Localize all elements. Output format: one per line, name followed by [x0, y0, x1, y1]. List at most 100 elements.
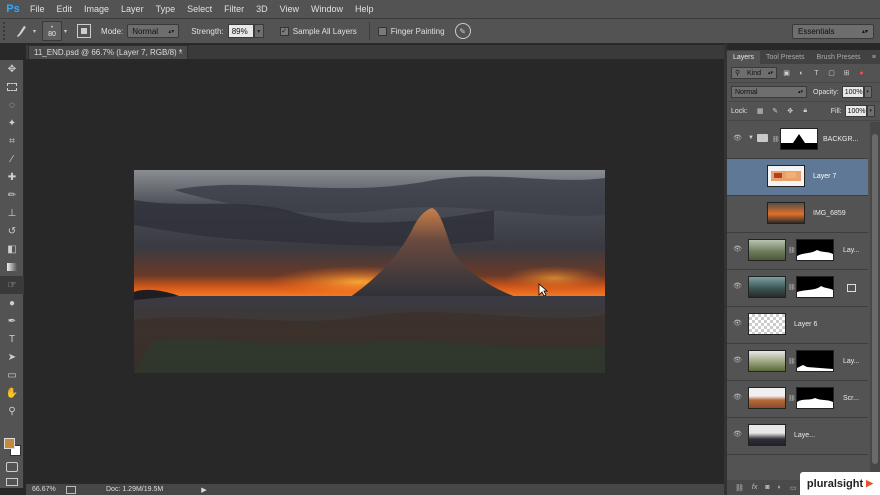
gradient-tool-icon[interactable] [0, 258, 24, 276]
menu-file[interactable]: File [24, 0, 51, 18]
menu-type[interactable]: Type [150, 0, 182, 18]
layer-thumbnail[interactable] [748, 350, 786, 372]
filter-type-icon[interactable]: T [811, 68, 822, 78]
layer-thumbnail[interactable] [748, 313, 786, 335]
eye-icon[interactable]: 👁︎ [732, 357, 743, 365]
filter-kind-select[interactable]: ⚲ Kind ▴▾ [731, 67, 777, 79]
eyedropper-tool-icon[interactable]: ⁄ [0, 150, 24, 168]
fill-input[interactable]: 100% [844, 105, 867, 117]
layer-thumbnail[interactable] [748, 239, 786, 261]
lock-all-icon[interactable]: 🔒︎ [800, 106, 811, 116]
eraser-tool-icon[interactable]: ◧ [0, 240, 24, 258]
layer-row[interactable]: 👁︎ ⛓︎ Lay... [727, 233, 868, 270]
menu-help[interactable]: Help [349, 0, 380, 18]
layer-row[interactable]: 👁︎ Layer 6 [727, 307, 868, 344]
add-mask-icon[interactable]: ◙ [765, 484, 769, 491]
export-icon[interactable] [66, 485, 76, 494]
layer-name[interactable]: Lay... [843, 358, 860, 365]
path-selection-tool-icon[interactable]: ➤ [0, 348, 24, 366]
opacity-slider-toggle[interactable]: ▾ [863, 86, 872, 98]
menu-image[interactable]: Image [78, 0, 115, 18]
screen-mode-icon[interactable] [6, 478, 18, 486]
layers-scrollbar[interactable] [870, 122, 880, 480]
layer-row[interactable]: 👁︎ ⛓︎ Lay... [727, 344, 868, 381]
lock-position-icon[interactable]: ✥ [785, 106, 796, 116]
layer-name[interactable]: Scr... [843, 395, 859, 402]
layer-name[interactable]: Layer 7 [813, 173, 836, 180]
lasso-tool-icon[interactable]: ◌ [0, 96, 24, 114]
tab-tool-presets[interactable]: Tool Presets [760, 51, 811, 64]
fill-slider-toggle[interactable]: ▾ [866, 105, 875, 117]
panel-menu-icon[interactable]: ≡ [872, 51, 876, 64]
foreground-color-swatch[interactable] [4, 438, 15, 449]
document-tab[interactable]: 11_END.psd @ 66.7% (Layer 7, RGB/8) * × [28, 45, 188, 59]
layer-name[interactable]: Layer 6 [794, 321, 817, 328]
layer-thumbnail[interactable] [748, 387, 786, 409]
layer-mask-thumbnail[interactable] [796, 350, 834, 372]
filter-shape-icon[interactable]: ▢ [826, 68, 837, 78]
scrollbar-thumb[interactable] [872, 134, 878, 464]
new-group-icon[interactable]: ▭ [790, 484, 797, 492]
layer-mask-thumbnail[interactable] [796, 239, 834, 261]
filter-toggle-icon[interactable]: ● [856, 68, 867, 78]
layer-mask-thumbnail[interactable] [796, 387, 834, 409]
layer-row[interactable]: 👁︎ ⛓︎ [727, 270, 868, 307]
menu-select[interactable]: Select [181, 0, 218, 18]
mode-select[interactable]: Normal ▴▾ [127, 24, 180, 38]
layer-row[interactable]: 👁︎ ⛓︎ Scr... [727, 381, 868, 418]
layer-name[interactable]: BACKGR... [823, 136, 858, 143]
lock-image-icon[interactable]: ✎ [770, 106, 781, 116]
strength-input[interactable]: 89% [227, 24, 254, 38]
menu-edit[interactable]: Edit [51, 0, 79, 18]
layer-style-icon[interactable]: fx [752, 484, 757, 491]
layer-thumbnail[interactable] [748, 424, 786, 446]
layer-row[interactable]: 👁︎ Laye... [727, 418, 868, 455]
workspace-switcher[interactable]: Essentials ▴▾ [792, 24, 874, 39]
layer-name[interactable]: IMG_6859 [813, 210, 846, 217]
layer-name[interactable]: Lay... [843, 247, 860, 254]
lock-transparent-icon[interactable]: ▦ [755, 106, 766, 116]
zoom-level[interactable]: 66.67% [32, 486, 66, 493]
adjustment-layer-icon[interactable]: ◐ [778, 484, 782, 491]
hand-tool-icon[interactable]: ✋ [0, 384, 24, 402]
sample-all-layers-checkbox[interactable]: ✓ [279, 26, 289, 36]
layer-row[interactable]: 👁︎ ▼ ⛓︎ BACKGR... [727, 122, 868, 159]
eye-icon[interactable]: 👁︎ [732, 320, 743, 328]
layer-row[interactable]: IMG_6859 [727, 196, 868, 233]
layer-mask-thumbnail[interactable] [780, 128, 818, 150]
document-canvas[interactable] [134, 170, 605, 373]
dodge-tool-icon[interactable]: ● [0, 294, 24, 312]
layer-thumbnail[interactable] [767, 165, 805, 187]
brush-size-preset[interactable]: • 80 [42, 21, 63, 41]
layer-thumbnail[interactable] [748, 276, 786, 298]
type-tool-icon[interactable]: T [0, 330, 24, 348]
pressure-strength-icon[interactable]: ✎ [454, 23, 471, 39]
rectangle-tool-icon[interactable]: ▭ [0, 366, 24, 384]
quick-select-tool-icon[interactable]: ✦ [0, 114, 24, 132]
layer-row-selected[interactable]: Layer 7 [727, 159, 868, 196]
eye-icon[interactable]: 👁︎ [732, 135, 743, 143]
strength-slider-toggle[interactable]: ▾ [253, 24, 264, 38]
blend-mode-select[interactable]: Normal ▴▾ [731, 86, 807, 98]
brush-tool-icon[interactable]: ✏ [0, 186, 24, 204]
eye-icon[interactable]: 👁︎ [732, 394, 743, 402]
smudge-tool-icon[interactable]: ☞ [0, 276, 24, 294]
history-brush-tool-icon[interactable]: ↺ [0, 222, 24, 240]
filter-pixel-icon[interactable]: ▣ [781, 68, 792, 78]
eye-icon[interactable]: 👁︎ [732, 246, 743, 254]
eye-icon[interactable]: 👁︎ [732, 431, 743, 439]
opacity-input[interactable]: 100% [841, 86, 864, 98]
layer-thumbnail[interactable] [767, 202, 805, 224]
filter-smart-object-icon[interactable]: ⊞ [841, 68, 852, 78]
finger-painting-checkbox[interactable] [377, 26, 387, 36]
clone-stamp-tool-icon[interactable]: ⊥ [0, 204, 24, 222]
marquee-tool-icon[interactable] [0, 78, 24, 96]
disclosure-triangle-icon[interactable]: ▼ [748, 135, 754, 141]
crop-tool-icon[interactable]: ⌗ [0, 132, 24, 150]
tab-layers[interactable]: Layers [727, 51, 761, 64]
menu-filter[interactable]: Filter [218, 0, 250, 18]
status-menu-arrow-icon[interactable]: ▶ [201, 486, 206, 494]
link-layers-icon[interactable]: ⛓︎ [735, 484, 744, 492]
eye-icon[interactable]: 👁︎ [732, 283, 743, 291]
layer-mask-thumbnail[interactable] [796, 276, 834, 298]
